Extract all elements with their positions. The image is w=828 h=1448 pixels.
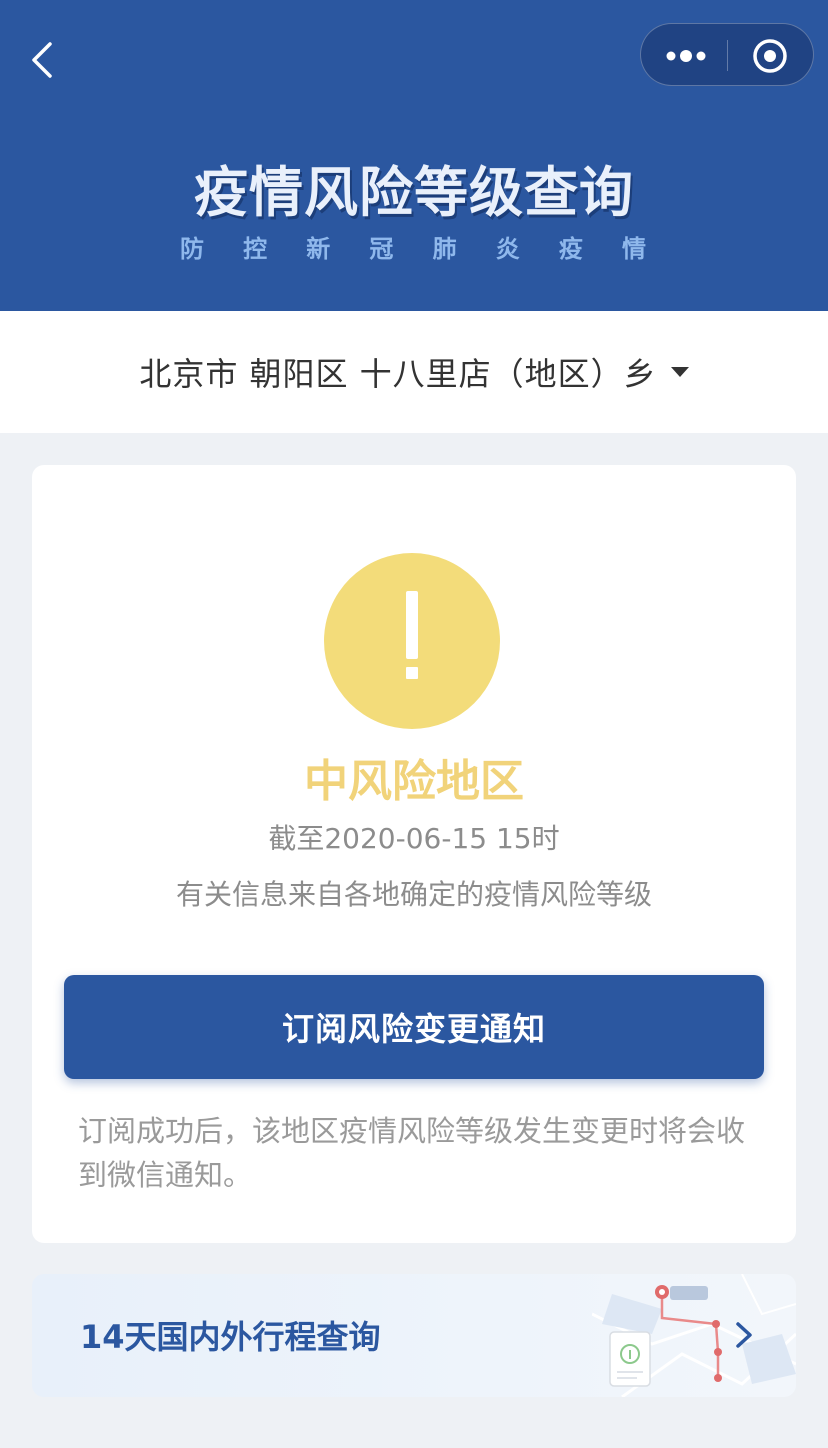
subtitle-char: 防 xyxy=(180,235,204,263)
subtitle-char: 肺 xyxy=(432,235,457,263)
more-dots-icon xyxy=(666,50,706,62)
map-illustration-icon xyxy=(592,1274,796,1397)
location-selector[interactable]: 北京市 朝阳区 十八里店（地区）乡 xyxy=(0,311,828,433)
exclamation-dot xyxy=(406,667,418,679)
risk-card: 中风险地区 截至2020-06-15 15时 有关信息来自各地确定的疫情风险等级… xyxy=(32,465,796,1243)
subtitle-char: 冠 xyxy=(369,235,394,263)
page-title: 疫情风险等级查询 xyxy=(194,161,634,224)
location-text: 北京市 朝阳区 十八里店（地区）乡 xyxy=(139,355,657,393)
back-button[interactable] xyxy=(22,36,66,84)
info-source-note: 有关信息来自各地确定的疫情风险等级 xyxy=(175,878,652,911)
trip-query-label: 14天国内外行程查询 xyxy=(80,1318,381,1356)
more-button[interactable] xyxy=(641,24,727,87)
chevron-left-icon xyxy=(32,42,52,78)
exclamation-icon xyxy=(324,553,500,729)
caret-down-icon xyxy=(670,367,689,377)
chevron-right-icon xyxy=(736,1322,752,1348)
page-subtitle: 防 控 新 冠 肺 炎 疫 情 xyxy=(180,229,646,264)
subtitle-char: 情 xyxy=(621,235,646,263)
close-circle-icon xyxy=(753,39,787,73)
exclamation-bar xyxy=(406,591,418,659)
subscribe-note: 订阅成功后，该地区疫情风险等级发生变更时将会收到微信通知。 xyxy=(78,1114,746,1192)
subtitle-char: 疫 xyxy=(558,235,583,263)
subscribe-button[interactable]: 订阅风险变更通知 xyxy=(64,975,764,1079)
subtitle-char: 控 xyxy=(243,235,268,263)
trip-query-card[interactable]: 14天国内外行程查询 xyxy=(32,1274,796,1397)
close-button[interactable] xyxy=(728,24,815,87)
subtitle-char: 炎 xyxy=(495,235,520,263)
header: 疫情风险等级查询 防 控 新 冠 肺 炎 疫 情 xyxy=(0,0,828,311)
mini-program-capsule xyxy=(640,23,814,86)
subtitle-char: 新 xyxy=(306,235,331,263)
as-of-timestamp: 截至2020-06-15 15时 xyxy=(268,822,560,855)
risk-level-label: 中风险地区 xyxy=(304,756,524,807)
